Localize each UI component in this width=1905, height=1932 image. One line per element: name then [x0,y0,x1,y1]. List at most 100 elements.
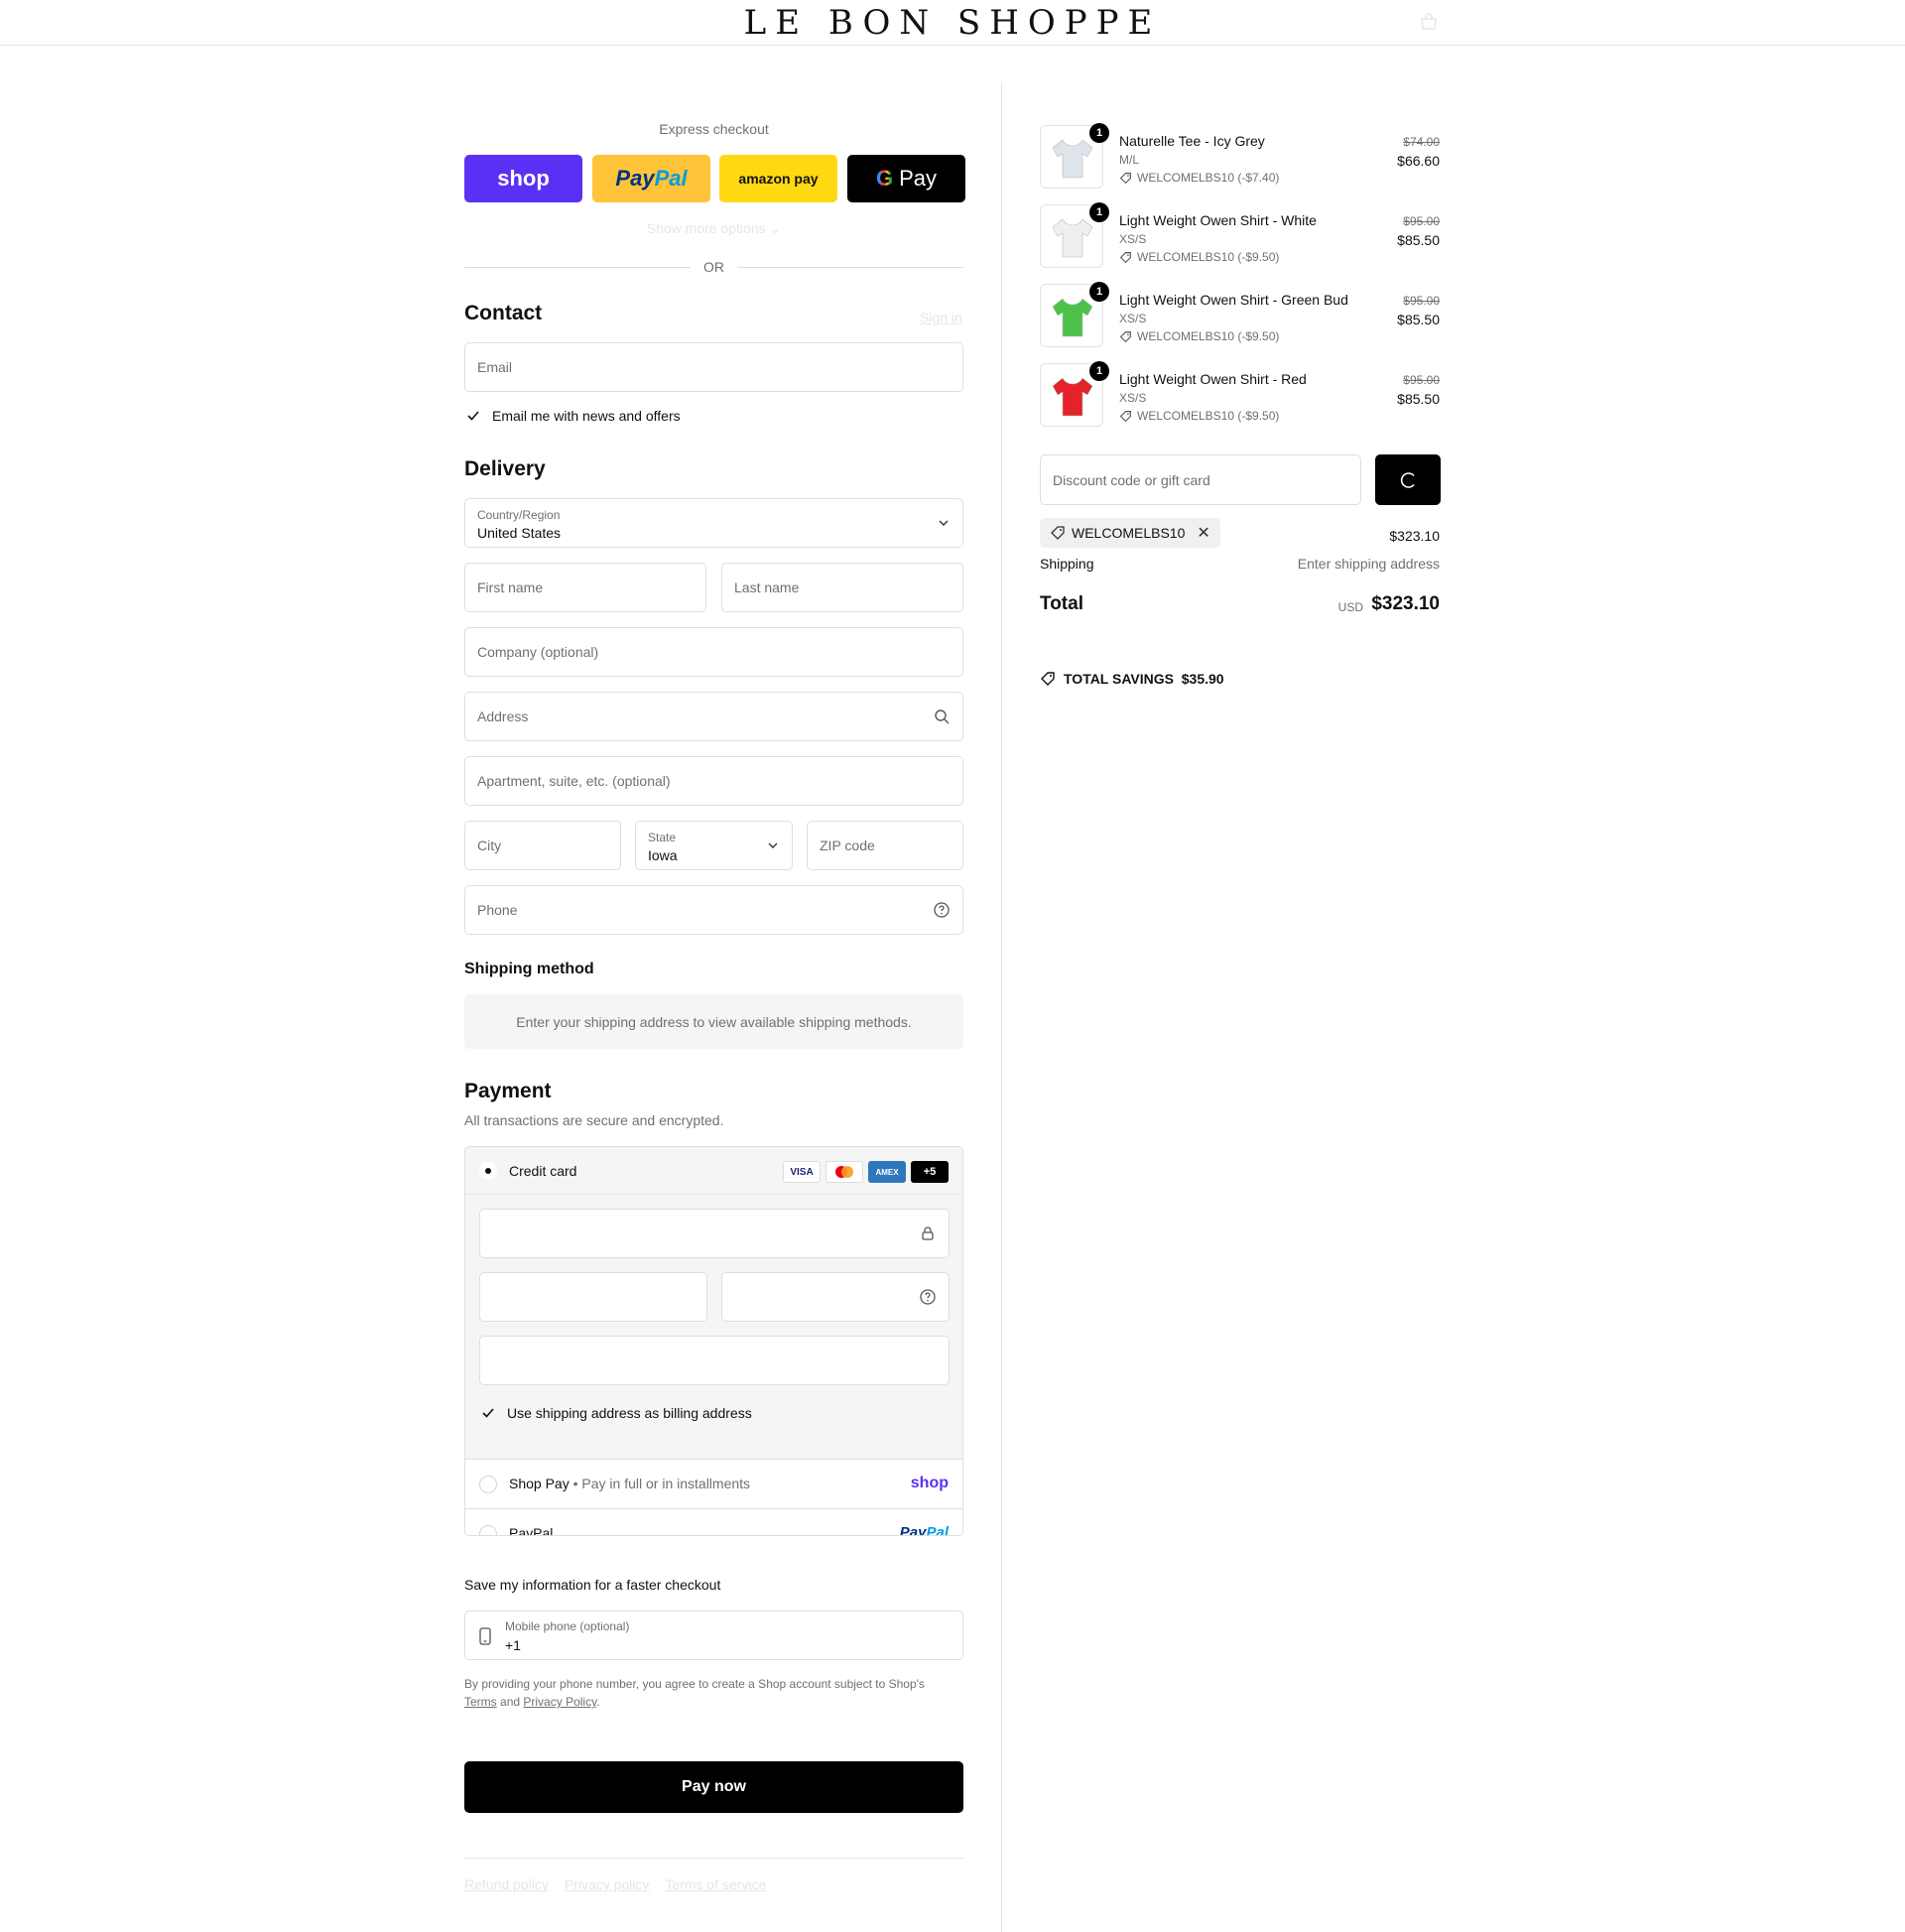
help-icon[interactable] [919,1288,937,1306]
payment-subtitle: All transactions are secure and encrypte… [464,1112,724,1128]
name-on-card-field[interactable] [479,1336,950,1385]
search-icon [935,709,950,724]
zip-field[interactable]: ZIP code [807,821,963,870]
product-discount-label: WELCOMELBS10 (-$9.50) [1137,250,1280,264]
paypal-express-button[interactable]: Pay Pal [592,155,710,202]
chevron-down-icon [939,520,949,526]
product-discount: WELCOMELBS10 (-$9.50) [1119,329,1279,343]
privacy-policy-link[interactable]: Privacy Policy [523,1695,596,1709]
visa-icon: VISA [783,1161,821,1183]
shipping-method-message: Enter your shipping address to view avai… [464,994,963,1049]
city-field[interactable]: City [464,821,621,870]
paypal-logo-b: Pal [654,166,688,191]
more-cards-badge: +5 [911,1161,949,1183]
privacy-policy-footer-link[interactable]: Privacy policy [565,1876,650,1892]
shipping-value: Enter shipping address [1297,556,1440,572]
shop-pay-label: Shop Pay • Pay in full or in installment… [509,1476,750,1491]
show-more-options-label: Show more options [646,220,766,236]
paypal-logo-b: Pal [926,1524,949,1536]
zip-placeholder: ZIP code [820,837,875,853]
country-label: Country/Region [477,508,561,522]
credit-card-label: Credit card [509,1163,577,1179]
product-discount: WELCOMELBS10 (-$7.40) [1119,171,1279,185]
discount-code-field[interactable]: Discount code or gift card [1040,454,1361,505]
original-price: $74.00 [1403,135,1440,149]
google-g-icon: G [875,166,894,191]
bag-icon[interactable] [1419,12,1439,32]
tag-icon [1119,330,1131,342]
check-icon[interactable] [464,407,482,425]
terms-of-service-link[interactable]: Terms of service [665,1876,766,1892]
original-price: $95.00 [1403,294,1440,308]
address-field[interactable]: Address [464,692,963,741]
original-price: $95.00 [1403,214,1440,228]
paypal-logo-a: Pay [615,166,655,191]
state-select[interactable]: State Iowa [635,821,793,870]
quantity-badge: 1 [1089,202,1109,222]
mobile-phone-field[interactable]: Mobile phone (optional) +1 [464,1610,963,1660]
tag-icon [1119,172,1131,184]
shipping-method-title: Shipping method [464,961,594,977]
paypal-option[interactable]: PayPal PayPal [465,1508,962,1536]
save-info-title: Save my information for a faster checkou… [464,1577,721,1593]
product-variant: XS/S [1119,312,1147,325]
pay-now-button[interactable]: Pay now [464,1761,963,1813]
card-number-field[interactable] [479,1209,950,1258]
news-checkbox-row[interactable]: Email me with news and offers [464,407,681,425]
email-field[interactable]: Email [464,342,963,392]
quantity-badge: 1 [1089,282,1109,302]
amex-icon: AMEX [868,1161,906,1183]
shop-pay-note: Pay in full or in installments [581,1476,751,1491]
check-icon[interactable] [479,1404,497,1422]
tag-icon [1051,526,1065,540]
paypal-radio[interactable] [479,1525,497,1535]
chevron-down-icon: ⌄ [769,220,782,236]
expiration-field[interactable] [479,1272,707,1322]
shop-consent-text: By providing your phone number, you agre… [464,1677,925,1709]
first-name-field[interactable]: First name [464,563,706,612]
company-field[interactable]: Company (optional) [464,627,963,677]
product-name: Light Weight Owen Shirt - Red [1119,371,1307,387]
apartment-field[interactable]: Apartment, suite, etc. (optional) [464,756,963,806]
terms-link[interactable]: Terms [464,1695,497,1709]
state-label: State [648,831,677,844]
discounted-price: $85.50 [1397,312,1440,327]
last-name-field[interactable]: Last name [721,563,963,612]
paypal-label: PayPal [509,1525,554,1536]
show-more-options-link[interactable]: Show more options ⌄ [464,220,963,237]
consent-and: and [500,1695,521,1709]
shop-pay-express-button[interactable]: shop [464,155,582,202]
city-placeholder: City [477,837,502,853]
paypal-logo: PayPal [899,1524,949,1536]
help-icon[interactable] [933,901,951,919]
store-logo[interactable]: LE BON SHOPPE [0,0,1905,46]
country-select[interactable]: Country/Region United States [464,498,963,548]
credit-card-form: Use shipping address as billing address [465,1195,962,1459]
apartment-placeholder: Apartment, suite, etc. (optional) [477,773,671,789]
product-variant: XS/S [1119,391,1147,405]
sign-in-link[interactable]: Sign in [920,310,962,325]
amazon-pay-logo: amazon pay [738,171,819,187]
product-name: Naturelle Tee - Icy Grey [1119,133,1265,149]
footer-links: Refund policy Privacy policy Terms of se… [464,1876,766,1892]
security-code-field[interactable] [721,1272,950,1322]
credit-card-radio[interactable] [479,1162,497,1180]
amazon-pay-express-button[interactable]: amazon pay [719,155,837,202]
header: LE BON SHOPPE [0,0,1905,46]
original-price: $95.00 [1403,373,1440,387]
credit-card-option[interactable]: Credit card VISA AMEX +5 [465,1147,962,1195]
apply-discount-button[interactable] [1375,454,1441,505]
google-pay-express-button[interactable]: G Pay [847,155,965,202]
phone-field[interactable]: Phone [464,885,963,935]
close-icon[interactable]: ✕ [1197,523,1209,543]
shop-pay-option[interactable]: Shop Pay • Pay in full or in installment… [465,1459,962,1508]
refund-policy-link[interactable]: Refund policy [464,1876,549,1892]
tag-icon [1119,410,1131,422]
billing-address-checkbox-row[interactable]: Use shipping address as billing address [479,1404,752,1422]
paypal-logo-a: Pay [899,1524,927,1536]
email-placeholder: Email [477,359,513,375]
column-divider [1001,83,1002,1932]
lock-icon [922,1226,934,1240]
shop-pay-radio[interactable] [479,1476,497,1493]
last-name-placeholder: Last name [734,580,800,595]
